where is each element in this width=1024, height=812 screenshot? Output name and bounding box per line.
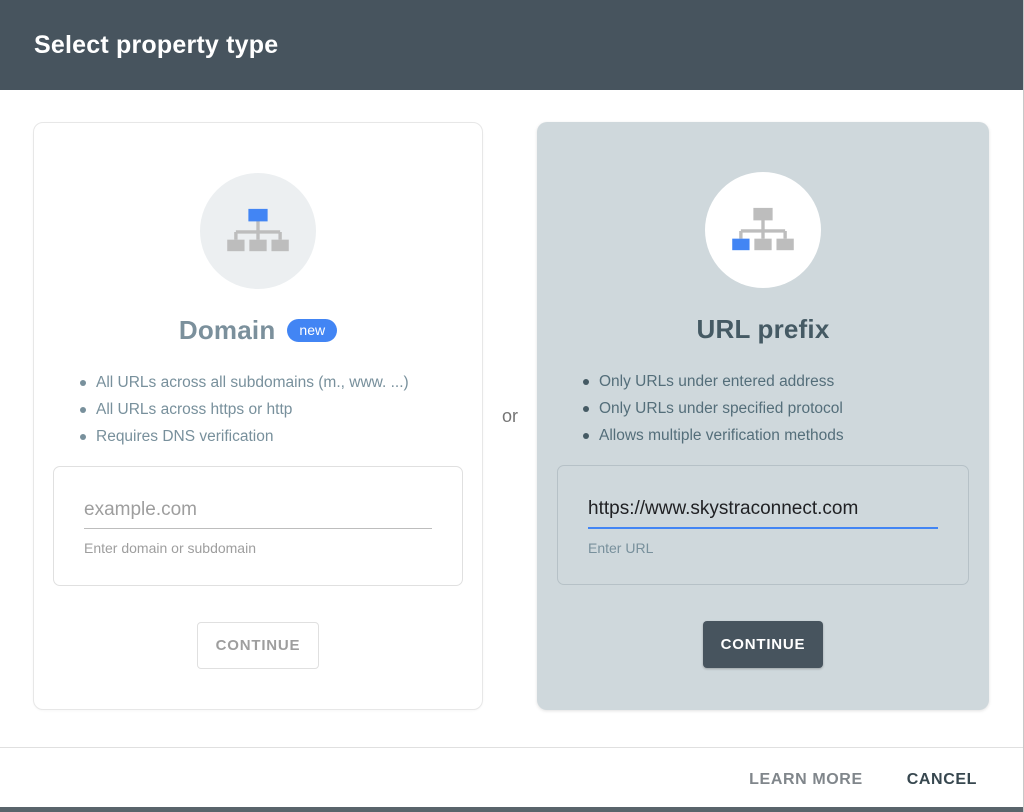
url-prefix-feature-item: Only URLs under entered address [583, 368, 844, 395]
dialog-title: Select property type [34, 30, 279, 59]
url-prefix-continue-button[interactable]: CONTINUE [702, 621, 824, 668]
url-prefix-card: URL prefix Only URLs under entered addre… [537, 122, 989, 710]
url-prefix-title-row: URL prefix [697, 312, 830, 346]
or-separator: or [501, 405, 518, 426]
domain-input-panel: Enter domain or subdomain [53, 466, 463, 586]
url-input-panel: Enter URL [557, 465, 969, 585]
domain-card-title: Domain [178, 314, 276, 345]
domain-input-helper: Enter domain or subdomain [84, 540, 256, 556]
url-input[interactable] [588, 498, 938, 529]
domain-icon-circle [200, 173, 316, 289]
select-property-type-dialog: Select property type Domain new All URLs… [0, 0, 1023, 812]
url-prefix-card-title: URL prefix [696, 313, 830, 344]
site-tree-root-icon [227, 208, 289, 252]
learn-more-button[interactable]: LEARN MORE [749, 771, 863, 789]
domain-card: Domain new All URLs across all subdomain… [33, 122, 483, 710]
domain-feature-item: Requires DNS verification [80, 423, 409, 450]
dialog-header: Select property type [0, 0, 1023, 90]
domain-feature-item: All URLs across https or http [80, 396, 409, 423]
site-tree-leaf-icon [732, 207, 794, 251]
new-badge: new [287, 318, 338, 342]
domain-feature-item: All URLs across all subdomains (m., www.… [80, 369, 409, 396]
domain-input[interactable] [84, 499, 432, 529]
url-prefix-icon-circle [705, 172, 821, 288]
url-prefix-feature-list: Only URLs under entered address Only URL… [561, 368, 844, 449]
url-prefix-feature-item: Only URLs under specified protocol [583, 395, 844, 422]
dialog-footer: LEARN MORE CANCEL [0, 747, 1023, 812]
url-prefix-feature-item: Allows multiple verification methods [583, 422, 844, 449]
cancel-button[interactable]: CANCEL [907, 771, 977, 789]
domain-title-row: Domain new [178, 313, 338, 347]
screen-bottom-edge [0, 807, 1023, 812]
domain-continue-button[interactable]: CONTINUE [196, 622, 320, 669]
dialog-content: Domain new All URLs across all subdomain… [0, 90, 1023, 747]
domain-feature-list: All URLs across all subdomains (m., www.… [58, 369, 409, 450]
url-input-helper: Enter URL [588, 540, 654, 556]
